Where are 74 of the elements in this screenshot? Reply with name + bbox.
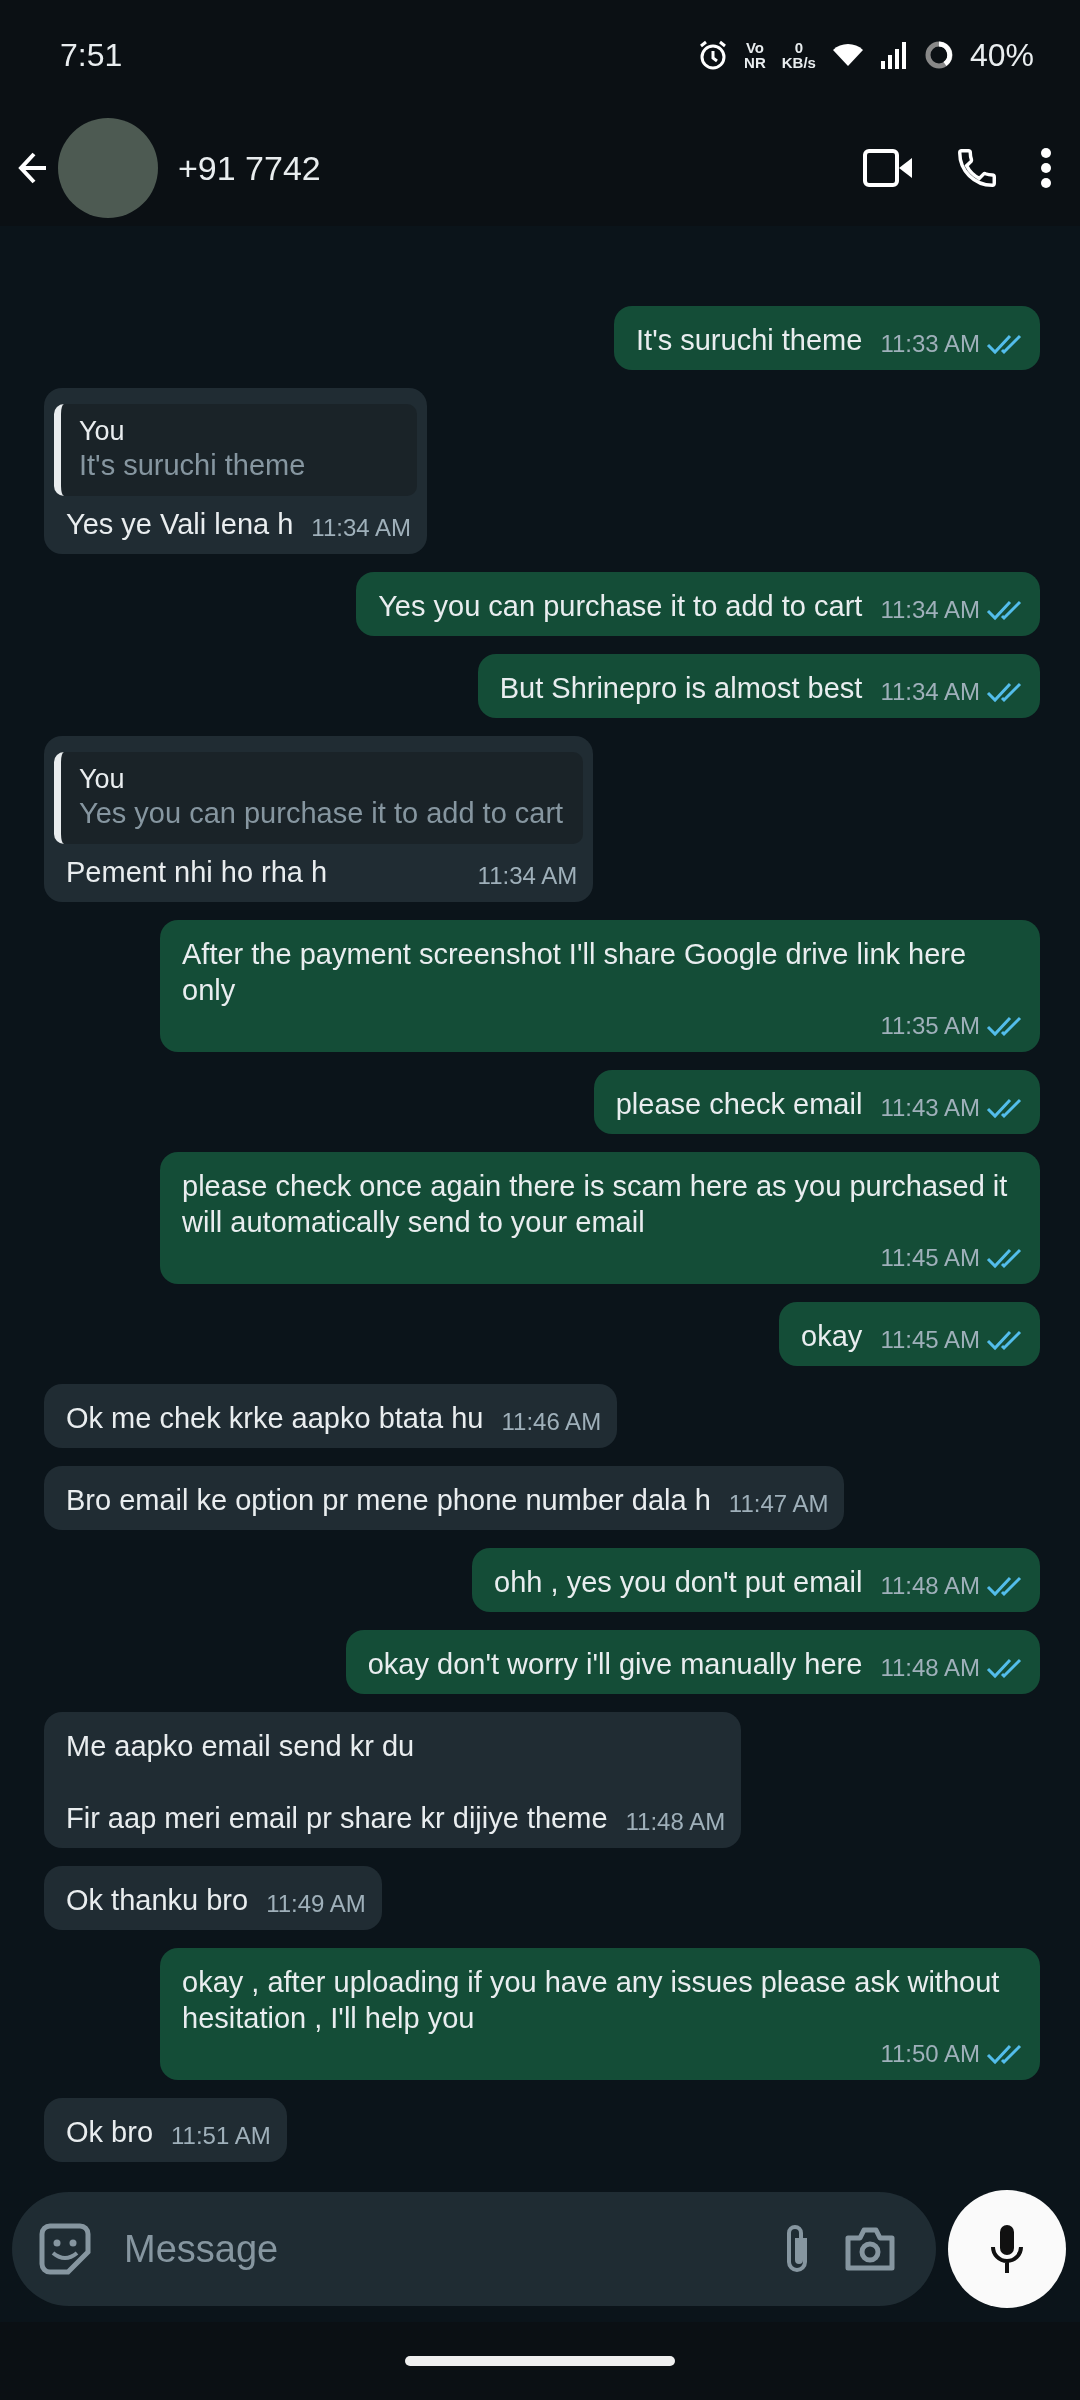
message-text: After the payment screenshot I'll share Google drive link here only bbox=[182, 937, 968, 1008]
speed-label: 0 KB/s bbox=[781, 40, 816, 70]
signal-icon bbox=[879, 41, 908, 69]
message-input[interactable]: Message bbox=[122, 2226, 750, 2272]
message-text: Yes ye Vali lena h bbox=[66, 507, 294, 542]
message-text: Ok bro bbox=[66, 2115, 154, 2150]
message-text: Yes you can purchase it to add to cart bbox=[378, 589, 863, 624]
message-time: 11:34 AM bbox=[477, 862, 578, 890]
message-time: 11:48 AM bbox=[880, 1572, 980, 1600]
message-text: Me aapko email send kr du Fir aap meri email pr share kr dijiye theme bbox=[66, 1729, 608, 1836]
message-bubble[interactable]: But Shrinepro is almost best 11:34 AM bbox=[477, 654, 1040, 718]
message-time: 11:49 AM bbox=[266, 1890, 366, 1918]
message-time: 11:47 AM bbox=[728, 1490, 829, 1518]
network-label: Vo NR bbox=[744, 40, 766, 70]
message-bubble[interactable]: Yes you can purchase it to add to cart 11:34 AM bbox=[356, 572, 1040, 636]
message-text: Pement nhi ho rha h bbox=[66, 855, 328, 890]
message-bubble[interactable]: please check email 11:43 AM bbox=[593, 1070, 1040, 1134]
quote-author: You bbox=[79, 416, 126, 447]
message-text: ohh , yes you don't put email bbox=[494, 1565, 863, 1600]
contact-name[interactable]: +91 7742 bbox=[178, 148, 321, 188]
battery-icon bbox=[923, 40, 954, 70]
message-time: 11:51 AM bbox=[171, 2122, 271, 2150]
message-text: please check once again there is scam here as you purchased it will automatically send to your email bbox=[182, 1169, 1009, 1240]
message-bubble[interactable]: Bro email ke option pr mene phone number dala h 11:47 AM bbox=[44, 1466, 845, 1530]
message-bubble[interactable]: You Yes you can purchase it to add to cart Pement nhi ho rha h 11:34 AM bbox=[44, 736, 594, 902]
message-text: Ok thanku bro bbox=[66, 1883, 249, 1918]
microphone-icon bbox=[989, 2222, 1025, 2276]
more-options-icon[interactable] bbox=[1040, 147, 1052, 189]
message-time: 11:48 AM bbox=[880, 1654, 980, 1682]
status-time: 7:51 bbox=[60, 36, 123, 74]
message-time: 11:33 AM bbox=[880, 330, 980, 358]
battery-percent: 40% bbox=[969, 36, 1034, 74]
message-time: 11:43 AM bbox=[880, 1094, 980, 1122]
message-text: It's suruchi theme bbox=[636, 323, 863, 358]
message-time: 11:45 AM bbox=[880, 1244, 980, 1272]
message-text: please check email bbox=[615, 1087, 863, 1122]
message-bubble[interactable]: okay don't worry i'll give manually here 11:48 AM bbox=[345, 1630, 1040, 1694]
alarm-icon bbox=[698, 39, 729, 71]
message-text: okay don't worry i'll give manually here bbox=[367, 1647, 863, 1682]
back-icon[interactable] bbox=[18, 151, 48, 185]
message-bubble[interactable]: ohh , yes you don't put email 11:48 AM bbox=[472, 1548, 1040, 1612]
message-time: 11:48 AM bbox=[625, 1808, 726, 1836]
message-time: 11:34 AM bbox=[880, 596, 980, 624]
message-bubble[interactable]: It's suruchi theme 11:33 AM bbox=[614, 306, 1040, 370]
message-text: Ok me chek krke aapko btata hu bbox=[66, 1401, 484, 1436]
message-time: 11:34 AM bbox=[880, 678, 980, 706]
message-bubble[interactable]: After the payment screenshot I'll share Google drive link here only 11:35 AM bbox=[160, 920, 1040, 1052]
message-text: okay , after uploading if you have any issues please ask without hesitation , I'll help you bbox=[182, 1965, 1001, 2036]
message-bubble[interactable]: please check once again there is scam here as you purchased it will automatically send to your email 11:45 AM bbox=[160, 1152, 1040, 1284]
message-time: 11:50 AM bbox=[880, 2040, 980, 2068]
message-bubble[interactable]: Ok thanku bro 11:49 AM bbox=[44, 1866, 382, 1930]
quote-text: Yes you can purchase it to add to cart bbox=[79, 797, 564, 830]
video-call-icon[interactable] bbox=[862, 148, 914, 188]
quote-text: It's suruchi theme bbox=[79, 449, 307, 482]
message-time: 11:45 AM bbox=[880, 1326, 980, 1354]
quoted-message[interactable]: You Yes you can purchase it to add to cart bbox=[54, 752, 584, 844]
quote-author: You bbox=[79, 764, 126, 795]
wifi-icon bbox=[831, 42, 864, 68]
message-field[interactable]: Message bbox=[12, 2192, 936, 2306]
camera-icon[interactable] bbox=[844, 2226, 896, 2272]
message-text: But Shrinepro is almost best bbox=[499, 671, 863, 706]
message-text: Bro email ke option pr mene phone number dala h bbox=[66, 1483, 711, 1518]
message-bubble[interactable]: You It's suruchi theme Yes ye Vali lena h 11:34 AM bbox=[44, 388, 427, 554]
message-bubble[interactable]: Me aapko email send kr du Fir aap meri email pr share kr dijiye theme 11:48 AM bbox=[44, 1712, 742, 1848]
message-bubble[interactable]: Ok bro 11:51 AM bbox=[44, 2098, 287, 2162]
message-time: 11:46 AM bbox=[501, 1408, 602, 1436]
message-time: 11:34 AM bbox=[311, 514, 411, 542]
message-bubble[interactable]: okay , after uploading if you have any issues please ask without hesitation , I'll help you 11:50 AM bbox=[160, 1948, 1040, 2080]
message-time: 11:35 AM bbox=[880, 1012, 980, 1040]
message-text: okay bbox=[801, 1319, 863, 1354]
message-bubble[interactable]: okay 11:45 AM bbox=[779, 1302, 1040, 1366]
quoted-message[interactable]: You It's suruchi theme bbox=[54, 404, 417, 496]
sticker-icon[interactable] bbox=[38, 2222, 92, 2276]
message-bubble[interactable]: Ok me chek krke aapko btata hu 11:46 AM bbox=[44, 1384, 618, 1448]
